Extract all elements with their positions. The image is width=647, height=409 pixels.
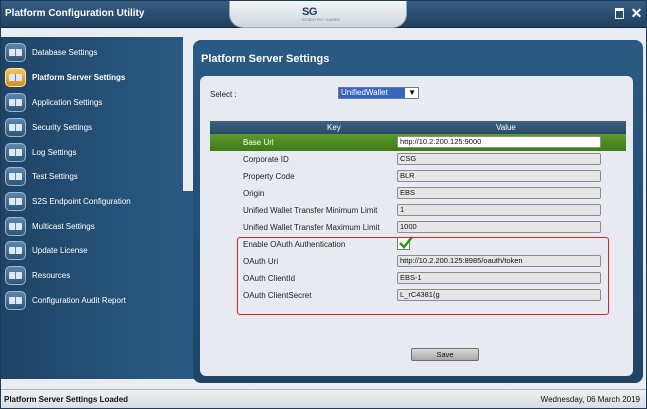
logo-tagline: SCIENTIFIC GAMES — [302, 17, 340, 22]
table-row[interactable]: Corporate ID CSG — [210, 151, 626, 168]
test-settings-icon — [5, 167, 26, 186]
settings-content: Select : UnifiedWallet ▼ Key Value Base … — [200, 76, 633, 376]
row-key: OAuth ClientId — [243, 274, 296, 283]
row-key: Unified Wallet Transfer Maximum Limit — [243, 223, 380, 232]
sidebar-item-label: Platform Server Settings — [32, 73, 126, 82]
sidebar-item-label: Multicast Settings — [32, 222, 95, 231]
restore-icon[interactable] — [612, 6, 627, 21]
chevron-down-icon[interactable]: ▼ — [408, 89, 416, 97]
table-row[interactable]: Enable OAuth Authentication — [210, 236, 626, 253]
sidebar-item-log-settings[interactable]: Log Settings — [5, 142, 181, 164]
sidebar-item-application-settings[interactable]: Application Settings — [5, 92, 181, 114]
select-value: UnifiedWallet — [339, 88, 405, 98]
log-settings-icon — [5, 143, 26, 162]
sidebar-item-platform-server-settings[interactable]: Platform Server Settings — [5, 67, 181, 89]
application-settings-icon — [5, 93, 26, 112]
row-key: OAuth ClientSecret — [243, 291, 312, 300]
sidebar: Database Settings Platform Server Settin… — [1, 37, 183, 379]
sidebar-item-label: Database Settings — [32, 48, 98, 57]
row-value-input[interactable]: 1 — [397, 204, 601, 216]
table-row[interactable]: Unified Wallet Transfer Maximum Limit 10… — [210, 219, 626, 236]
settings-grid: Key Value Base Url http://10.2.200.125:9… — [210, 121, 626, 304]
column-header-key: Key — [327, 123, 341, 132]
status-message: Platform Server Settings Loaded — [4, 395, 129, 404]
audit-report-icon — [5, 291, 26, 310]
logo-tab: SG SCIENTIFIC GAMES — [229, 1, 407, 28]
sidebar-item-label: Resources — [32, 271, 71, 280]
sidebar-item-label: Application Settings — [32, 98, 103, 107]
app-window: Platform Configuration Utility SG SCIENT… — [0, 0, 647, 409]
checkmark-icon — [399, 236, 414, 249]
row-value-input[interactable]: L_rC4381(g — [397, 289, 601, 301]
sidebar-item-test-settings[interactable]: Test Settings — [5, 166, 181, 188]
sidebar-item-configuration-audit-report[interactable]: Configuration Audit Report — [5, 290, 181, 312]
title-bar[interactable]: Platform Configuration Utility SG SCIENT… — [1, 1, 646, 28]
security-settings-icon — [5, 118, 26, 137]
row-key: Origin — [243, 189, 265, 198]
server-select-dropdown[interactable]: UnifiedWallet ▼ — [338, 87, 419, 99]
row-key: Unified Wallet Transfer Minimum Limit — [243, 206, 378, 215]
sidebar-item-label: Update License — [32, 246, 88, 255]
sidebar-item-label: Configuration Audit Report — [32, 296, 126, 305]
close-icon[interactable]: ✕ — [629, 6, 644, 21]
table-row[interactable]: OAuth ClientSecret L_rC4381(g — [210, 287, 626, 304]
save-button[interactable]: Save — [411, 348, 479, 361]
row-key: OAuth Uri — [243, 257, 279, 266]
table-row[interactable]: OAuth ClientId EBS-1 — [210, 270, 626, 287]
sidebar-item-multicast-settings[interactable]: Multicast Settings — [5, 216, 181, 238]
page-title: Platform Server Settings — [201, 53, 330, 65]
select-label: Select : — [210, 90, 237, 99]
update-license-icon — [5, 241, 26, 260]
window-title: Platform Configuration Utility — [5, 8, 145, 19]
sidebar-item-label: Test Settings — [32, 172, 78, 181]
row-value-input[interactable]: EBS-1 — [397, 272, 601, 284]
row-key: Enable OAuth Authentication — [243, 240, 346, 249]
sidebar-item-database-settings[interactable]: Database Settings — [5, 42, 181, 64]
row-value-input[interactable]: EBS — [397, 187, 601, 199]
table-row[interactable]: OAuth Uri http://10.2.200.125:8985/oauth… — [210, 253, 626, 270]
row-value-input[interactable]: http://10.2.200.125:9000 — [397, 136, 601, 148]
row-value-input[interactable]: 1000 — [397, 221, 601, 233]
table-row[interactable]: Origin EBS — [210, 185, 626, 202]
row-value-input[interactable]: CSG — [397, 153, 601, 165]
sidebar-item-resources[interactable]: Resources — [5, 265, 181, 287]
sg-logo: SG SCIENTIFIC GAMES — [302, 6, 340, 22]
status-bar: Platform Server Settings Loaded Wednesda… — [1, 389, 646, 408]
sidebar-item-s2s-endpoint-configuration[interactable]: S2S Endpoint Configuration — [5, 191, 181, 213]
sidebar-item-label: Log Settings — [32, 148, 77, 157]
database-settings-icon — [5, 43, 26, 62]
row-value-input[interactable]: http://10.2.200.125:8985/oauth/token — [397, 255, 601, 267]
table-row[interactable]: Property Code BLR — [210, 168, 626, 185]
resources-icon — [5, 266, 26, 285]
sidebar-item-label: Security Settings — [32, 123, 93, 132]
row-value-input[interactable]: BLR — [397, 170, 601, 182]
sidebar-item-update-license[interactable]: Update License — [5, 240, 181, 262]
column-header-value: Value — [496, 123, 516, 132]
row-key: Property Code — [243, 172, 295, 181]
sidebar-item-security-settings[interactable]: Security Settings — [5, 117, 181, 139]
table-row[interactable]: Unified Wallet Transfer Minimum Limit 1 — [210, 202, 626, 219]
grid-header: Key Value — [210, 121, 626, 134]
main-panel: Platform Server Settings Select : Unifie… — [193, 40, 643, 383]
platform-server-settings-icon — [5, 68, 26, 87]
sidebar-item-label: S2S Endpoint Configuration — [32, 197, 131, 206]
oauth-enable-checkbox[interactable] — [397, 236, 414, 250]
table-row[interactable]: Base Url http://10.2.200.125:9000 — [210, 134, 626, 151]
multicast-settings-icon — [5, 217, 26, 236]
s2s-endpoint-icon — [5, 192, 26, 211]
status-date: Wednesday, 06 March 2019 — [540, 395, 640, 404]
row-key: Corporate ID — [243, 155, 289, 164]
row-key: Base Url — [243, 138, 274, 147]
